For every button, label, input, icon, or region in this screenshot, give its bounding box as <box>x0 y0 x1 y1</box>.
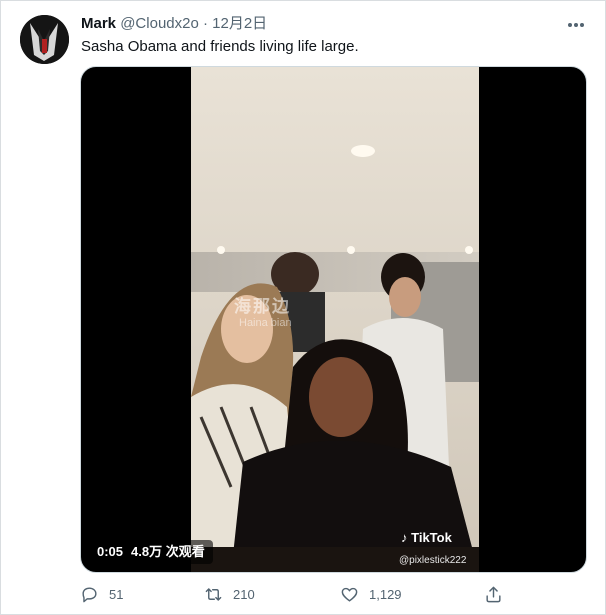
action-bar: 51 210 1,129 <box>80 581 520 607</box>
video-frame <box>191 67 479 572</box>
author-handle[interactable]: @Cloudx2o <box>120 15 199 32</box>
tiktok-text: TikTok <box>411 530 452 545</box>
share-button[interactable] <box>484 581 503 607</box>
watermark-subtext: Haina bian <box>239 317 292 329</box>
separator-dot: · <box>202 15 208 32</box>
tweet-date[interactable]: 12月2日 <box>212 15 267 32</box>
video-player[interactable]: 海那边 Haina bian ♪ TikTok @pixlestick222 0… <box>80 66 587 573</box>
video-views: 4.8万 次观看 <box>131 544 205 559</box>
tweet-card: Mark @Cloudx2o · 12月2日 Sasha Obama and f… <box>0 0 606 615</box>
retweet-icon <box>205 587 222 601</box>
like-button[interactable]: 1,129 <box>340 581 402 607</box>
avatar[interactable] <box>20 15 69 64</box>
watermark-text: 海那边 <box>234 297 291 316</box>
video-time-badge: 0:05 4.8万 次观看 <box>89 540 213 564</box>
reply-icon <box>82 586 97 602</box>
tiktok-logo-icon: ♪ <box>401 530 408 545</box>
video-time: 0:05 <box>97 544 124 559</box>
author-name[interactable]: Mark <box>81 15 116 32</box>
more-icon[interactable] <box>565 15 587 35</box>
tweet-text: Sasha Obama and friends living life larg… <box>81 38 359 55</box>
like-count: 1,129 <box>369 586 402 602</box>
tiktok-username: @pixlestick222 <box>399 555 467 566</box>
tweet-header: Mark @Cloudx2o · 12月2日 <box>81 14 545 34</box>
share-icon <box>486 586 501 602</box>
retweet-button[interactable]: 210 <box>204 581 255 607</box>
reply-count: 51 <box>109 586 124 602</box>
retweet-count: 210 <box>233 586 255 602</box>
reply-button[interactable]: 51 <box>80 581 123 607</box>
tiktok-label: ♪ TikTok <box>401 530 452 545</box>
like-icon <box>341 587 358 602</box>
